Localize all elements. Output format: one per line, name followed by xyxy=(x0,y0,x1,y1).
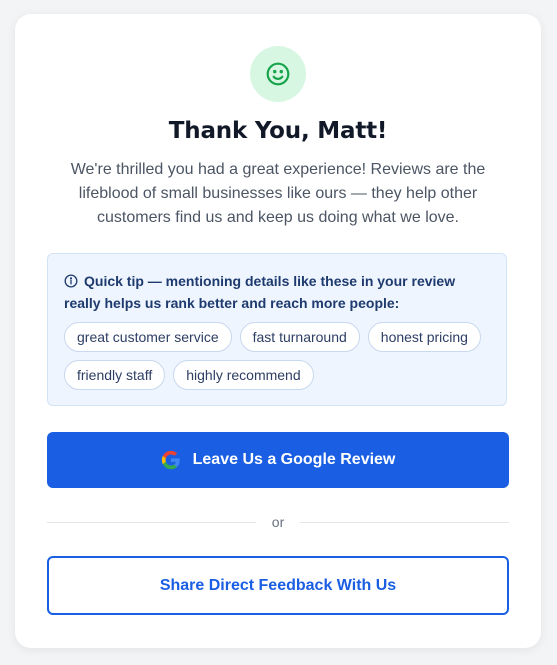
smile-icon xyxy=(266,62,290,86)
chip-friendly-staff[interactable]: friendly staff xyxy=(64,360,166,390)
page-title: Thank You, Matt! xyxy=(168,118,388,144)
divider-label: or xyxy=(271,514,285,530)
google-g-icon xyxy=(161,450,181,470)
chip-great-customer-service[interactable]: great customer service xyxy=(64,322,232,352)
quick-tip-box: Quick tip — mentioning details like thes… xyxy=(47,253,507,406)
thank-you-card: Thank You, Matt! We're thrilled you had … xyxy=(15,14,541,648)
google-review-label: Leave Us a Google Review xyxy=(192,451,396,468)
or-divider: or xyxy=(47,512,510,532)
chip-highly-recommend[interactable]: highly recommend xyxy=(173,360,314,390)
smile-icon-badge xyxy=(250,46,306,102)
google-review-button[interactable]: Leave Us a Google Review xyxy=(47,432,509,488)
quick-tip-text: Quick tip — mentioning details like thes… xyxy=(64,271,484,313)
direct-feedback-label: Share Direct Feedback With Us xyxy=(159,576,397,594)
info-icon xyxy=(64,273,78,293)
suggestion-chips: great customer service fast turnaround h… xyxy=(64,322,504,390)
divider-line-left xyxy=(47,521,256,523)
thank-you-message: We're thrilled you had a great experienc… xyxy=(70,161,486,226)
direct-feedback-button[interactable]: Share Direct Feedback With Us xyxy=(47,556,509,615)
quick-tip-label: Quick tip — mentioning details like thes… xyxy=(64,273,456,311)
chip-honest-pricing[interactable]: honest pricing xyxy=(367,322,481,352)
chip-fast-turnaround[interactable]: fast turnaround xyxy=(239,322,360,352)
divider-line-right xyxy=(300,521,510,523)
